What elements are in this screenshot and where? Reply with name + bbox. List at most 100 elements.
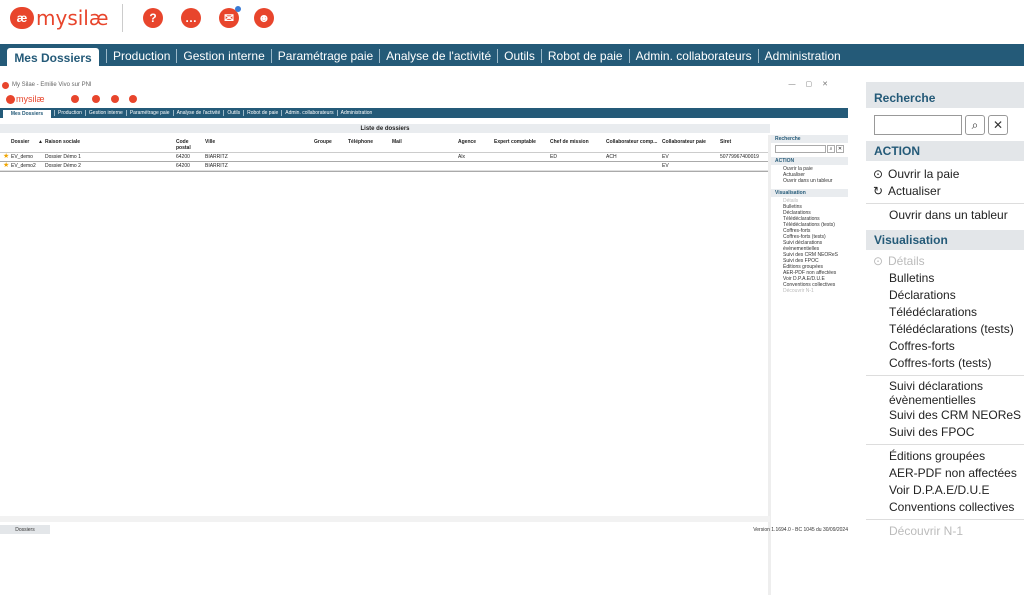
inner-nav: Mes Dossiers Production Gestion interne … [0,108,848,118]
item-suivi-crm[interactable]: Suivi des CRM NEOReS [866,407,1024,424]
col-code-postal[interactable]: Code postal [176,139,196,151]
users-icon[interactable]: ☻ [254,8,274,28]
item-aer-pdf[interactable]: AER-PDF non affectées [866,465,1024,482]
tab-parametrage-paie[interactable]: Paramétrage paie [126,110,173,116]
cell-cp: 64200 [176,163,190,170]
action-ouvrir-paie[interactable]: ⊙ Ouvrir la paie [866,166,1024,183]
tab-mes-dossiers[interactable]: Mes Dossiers [7,48,99,67]
search-icon[interactable]: ⌕ [827,145,835,153]
action-ouvrir-tableur[interactable]: Ouvrir dans un tableur [771,178,848,184]
item-suivi-fpoc[interactable]: Suivi des FPOC [866,424,1024,441]
notification-icon[interactable] [111,95,119,103]
version-text: Version 1.1694.0 - BC 1045 du 30/09/2024 [753,527,848,533]
notification-icon[interactable]: ✉ [219,8,239,28]
tab-robot-paie[interactable]: Robot de paie [541,49,629,63]
visualisation-section-title: Visualisation [771,189,848,197]
help-icon[interactable]: ? [143,8,163,28]
tab-admin-collaborateurs[interactable]: Admin. collaborateurs [629,49,758,63]
item-teledeclarations-tests[interactable]: Télédéclarations (tests) [866,321,1024,338]
window-controls[interactable]: —▢✕ [789,80,838,88]
tab-outils[interactable]: Outils [497,49,541,63]
table-row[interactable]: ★ EV_demo2 Dossier Démo 2 64200 BIARRITZ… [0,162,770,171]
col-siret[interactable]: Siret [720,139,731,145]
tab-production[interactable]: Production [54,110,85,116]
divider [866,444,1024,445]
chat-icon[interactable]: … [181,8,201,28]
star-icon[interactable]: ★ [3,153,9,160]
tab-production[interactable]: Production [106,49,176,63]
horizontal-scrollbar[interactable] [0,516,770,522]
tab-parametrage-paie[interactable]: Paramétrage paie [271,49,379,63]
col-collab-paie[interactable]: Collaborateur paie [662,139,706,145]
tab-mes-dossiers[interactable]: Mes Dossiers [3,110,51,118]
action-actualiser[interactable]: ↻ Actualiser [866,183,1024,200]
main-nav: Mes Dossiers Production Gestion interne … [0,44,1024,66]
search-input[interactable] [775,145,826,153]
col-mail[interactable]: Mail [392,139,402,145]
col-expert-comptable[interactable]: Expert comptable [494,139,536,145]
help-icon[interactable] [71,95,79,103]
item-coffres-forts[interactable]: Coffres-forts [866,338,1024,355]
divider [122,4,123,32]
clear-icon[interactable]: ✕ [988,115,1008,135]
tab-gestion-interne[interactable]: Gestion interne [176,49,270,63]
col-agence[interactable]: Agence [458,139,476,145]
item-teledeclarations[interactable]: Télédéclarations [866,304,1024,321]
tab-robot-paie[interactable]: Robot de paie [243,110,281,116]
search-section-title: Recherche [866,88,1024,108]
star-icon[interactable]: ★ [3,162,9,169]
chat-icon[interactable] [92,95,100,103]
item-conventions[interactable]: Conventions collectives [866,499,1024,516]
search-bar: ⌕ ✕ [775,145,844,154]
tab-outils[interactable]: Outils [223,110,243,116]
item-coffres-forts-tests[interactable]: Coffres-forts (tests) [866,355,1024,372]
cell-raison: Dossier Démo 1 [45,154,81,161]
table-header: Dossier ▲ Raison sociale Code postal Vil… [0,135,770,153]
table-row[interactable]: ★ EV_demo Dossier Démo 1 64200 BIARRITZ … [0,153,770,162]
search-bar: ⌕ ✕ [866,108,1024,141]
col-groupe[interactable]: Groupe [314,139,332,145]
cell-agence: Alx [458,154,465,161]
app-logo[interactable]: æ mysilæ [10,6,109,30]
divider [866,375,1024,376]
tab-gestion-interne[interactable]: Gestion interne [85,110,126,116]
tab-administration[interactable]: Administration [758,49,847,63]
search-icon[interactable]: ⌕ [965,115,985,135]
window-title: My Silae - Emilie Vivo sur PNI [12,82,92,88]
item-bulletins[interactable]: Bulletins [866,270,1024,287]
cell-ville: BIARRITZ [205,154,228,161]
cell-dossier: EV_demo2 [11,163,36,170]
item-suivi-declarations[interactable]: Suivi déclarations évènementielles [866,379,1024,407]
users-icon[interactable] [129,95,137,103]
cell-ville: BIARRITZ [205,163,228,170]
logo-badge [6,95,15,104]
top-bar: æ mysilæ ? … ✉ ☻ [0,0,1024,38]
clear-icon[interactable]: ✕ [836,145,844,153]
search-input[interactable] [874,115,962,135]
tab-admin-collaborateurs[interactable]: Admin. collaborateurs [281,110,336,116]
item-suivi-declarations[interactable]: Suivi déclarations évènementielles [771,240,848,252]
tab-analyse-activite[interactable]: Analyse de l'activité [379,49,497,63]
logo-text: mysilæ [36,6,109,30]
app-icon [2,82,9,89]
notification-dot [235,6,241,12]
cell-cp: 64200 [176,154,190,161]
cell-raison: Dossier Démo 2 [45,163,81,170]
tab-analyse-activite[interactable]: Analyse de l'activité [173,110,224,116]
inner-logo[interactable]: mysilæ [6,94,45,104]
status-tab-dossiers[interactable]: Dossiers [0,525,50,534]
item-voir-dpae[interactable]: Voir D.P.A.E/D.U.E [866,482,1024,499]
col-raison-sociale[interactable]: Raison sociale [45,139,80,145]
col-telephone[interactable]: Téléphone [348,139,373,145]
visualisation-section-title: Visualisation [866,230,1024,250]
col-dossier[interactable]: Dossier [11,139,29,145]
cell-collab-paie: EV [662,154,669,161]
col-ville[interactable]: Ville [205,139,215,145]
action-ouvrir-tableur[interactable]: Ouvrir dans un tableur [866,207,1024,224]
tab-administration[interactable]: Administration [337,110,376,116]
play-circle-icon: ⊙ [873,166,883,183]
item-editions-groupees[interactable]: Éditions groupées [866,448,1024,465]
item-declarations[interactable]: Déclarations [866,287,1024,304]
col-collab-comp[interactable]: Collaborateur comp... [606,139,657,145]
col-chef-mission[interactable]: Chef de mission [550,139,589,145]
